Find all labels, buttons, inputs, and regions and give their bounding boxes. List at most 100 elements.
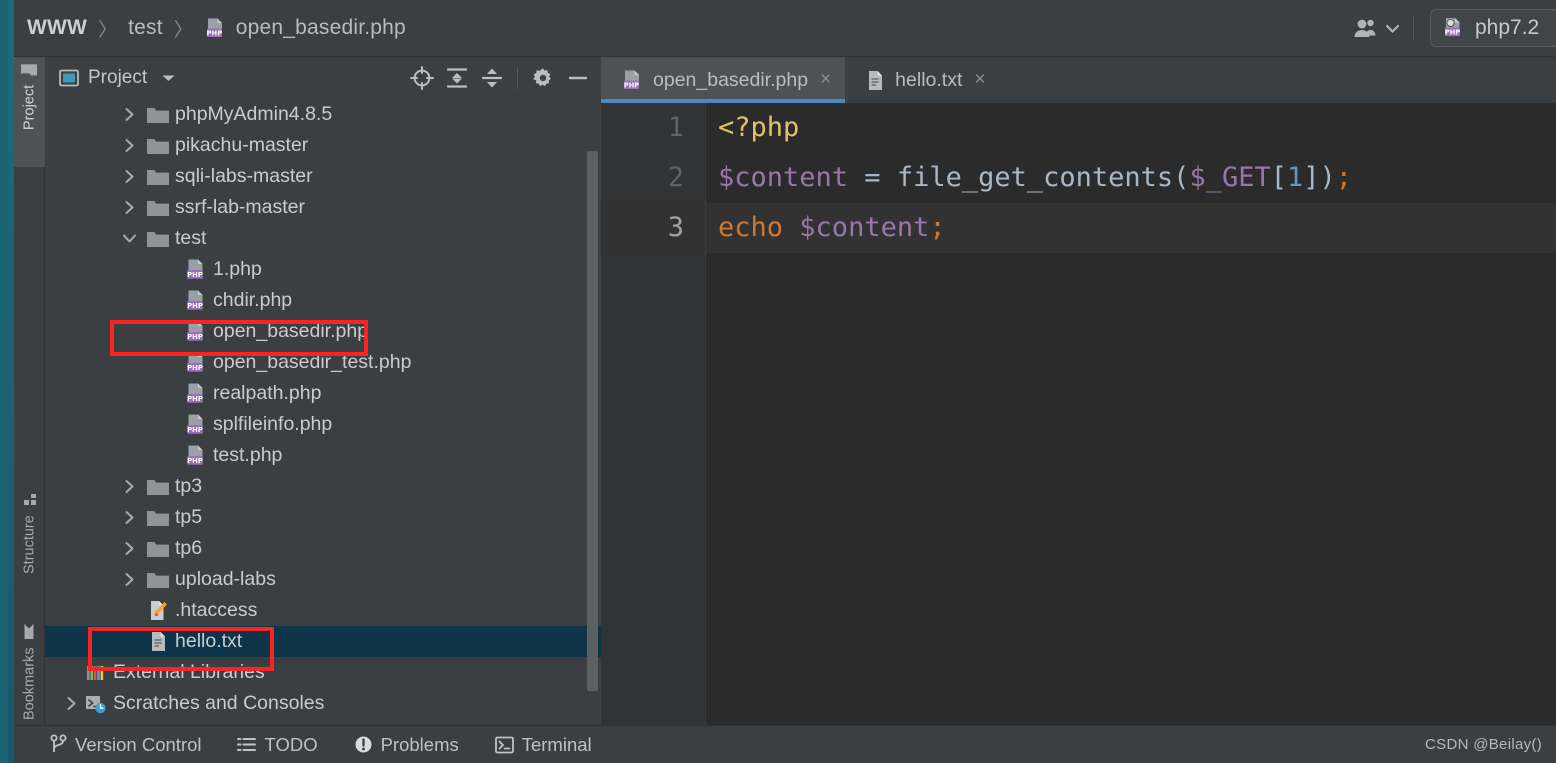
breadcrumb-label: WWW (27, 16, 88, 39)
svg-text:PHP: PHP (624, 81, 639, 89)
tree-item-scratches-and-consoles[interactable]: Scratches and Consoles (45, 688, 601, 719)
user-account-button[interactable] (1339, 17, 1413, 39)
tree-item-realpath-php[interactable]: PHP realpath.php (45, 378, 601, 409)
php-file-icon: PHP (183, 351, 209, 375)
tree-item-pikachu-master[interactable]: pikachu-master (45, 130, 601, 161)
ide-window: WWW 〉 test 〉 PHP open_basedir.php PHP ph… (0, 0, 1556, 763)
breadcrumb-label: open_basedir.php (235, 16, 406, 39)
tree-item-tp5[interactable]: tp5 (45, 502, 601, 533)
php-file-icon: PHP (183, 413, 209, 437)
code-line[interactable]: <?php (706, 103, 1556, 153)
breadcrumb-item-root[interactable]: WWW (27, 16, 87, 40)
chevron-down-icon[interactable] (117, 232, 141, 245)
chevron-right-icon[interactable] (59, 696, 83, 711)
sidebar-item-project[interactable]: Project (14, 57, 45, 167)
tree-item-test[interactable]: test (45, 223, 601, 254)
status-label: TODO (264, 733, 318, 755)
status-version-control[interactable]: Version Control (32, 734, 219, 756)
tab-label: hello.txt (895, 68, 963, 91)
structure-icon (22, 493, 38, 508)
chevron-down-icon[interactable] (161, 73, 176, 83)
php-file-icon: PHP (183, 444, 209, 468)
php-interpreter-icon: PHP (1442, 16, 1466, 40)
tree-item-upload-labs[interactable]: upload-labs (45, 564, 601, 595)
problems-icon (354, 735, 373, 754)
scratches-icon (83, 693, 109, 715)
code-line[interactable]: echo $content; (706, 203, 1556, 253)
code-token: $_GET (1189, 162, 1271, 193)
chevron-right-icon[interactable] (117, 138, 141, 153)
tree-item-label: open_basedir.php (213, 319, 369, 342)
code-editor[interactable]: 1 2 3 <?php $content = file_get_contents($_… (601, 103, 1556, 725)
project-panel: Project phpMyAdmin4.8.5 pikachu-master s… (45, 57, 601, 725)
editor-gutter[interactable]: 1 2 3 (601, 103, 706, 725)
tree-item-label: upload-labs (175, 567, 276, 590)
php-interpreter-selector[interactable]: PHP php7.2 (1430, 9, 1556, 47)
chevron-right-icon[interactable] (117, 107, 141, 122)
structure-label: Structure (21, 515, 38, 574)
tree-item-1-php[interactable]: PHP 1.php (45, 254, 601, 285)
svg-text:PHP: PHP (187, 457, 203, 465)
project-panel-title: Project (88, 67, 148, 88)
project-panel-header: Project (45, 57, 601, 99)
user-account-icon (1353, 17, 1380, 39)
text-file-icon (865, 69, 886, 92)
folder-icon (145, 508, 171, 528)
hide-panel-icon[interactable] (563, 63, 593, 93)
php-interpreter-label: php7.2 (1475, 16, 1540, 39)
editor-area: PHP open_basedir.php × hello.txt × 1 2 3… (601, 57, 1556, 725)
project-tree-scrollbar[interactable] (587, 151, 598, 691)
tree-item-label: chdir.php (213, 288, 293, 311)
tree-item-phpmyadmin4-8-5[interactable]: phpMyAdmin4.8.5 (45, 99, 601, 130)
status-terminal[interactable]: Terminal (477, 734, 610, 756)
close-icon[interactable]: × (820, 69, 831, 91)
chevron-right-icon[interactable] (117, 200, 141, 215)
chevron-right-icon[interactable] (117, 169, 141, 184)
status-todo[interactable]: TODO (219, 734, 335, 756)
expand-all-icon[interactable] (442, 63, 472, 93)
status-bar: Version Control TODO Problems Terminal C… (14, 725, 1556, 763)
tree-item-label: 1.php (213, 257, 262, 280)
editor-lines[interactable]: <?php $content = file_get_contents($_GET[… (706, 103, 1556, 725)
tree-item-label: open_basedir_test.php (213, 350, 412, 373)
breadcrumb-item-test[interactable]: test (128, 16, 163, 40)
chevron-right-icon[interactable] (117, 479, 141, 494)
tree-item-open-basedir-test-php[interactable]: PHP open_basedir_test.php (45, 347, 601, 378)
breadcrumb-label: test (128, 16, 163, 39)
tree-item-external-libraries[interactable]: External Libraries (45, 657, 601, 688)
htaccess-file-icon (145, 599, 171, 622)
tree-item-splfileinfo-php[interactable]: PHP splfileinfo.php (45, 409, 601, 440)
tab-open-basedir-php[interactable]: PHP open_basedir.php × (601, 57, 846, 103)
status-problems[interactable]: Problems (336, 734, 477, 756)
tree-item-open-basedir-php[interactable]: PHP open_basedir.php (45, 316, 601, 347)
sidebar-item-structure[interactable]: Structure (14, 487, 45, 617)
svg-text:PHP: PHP (187, 364, 203, 372)
svg-text:PHP: PHP (187, 271, 203, 279)
close-icon[interactable]: × (974, 69, 985, 91)
tree-item-test-php[interactable]: PHP test.php (45, 440, 601, 471)
line-number: 2 (667, 162, 684, 193)
tab-hello-txt[interactable]: hello.txt × (845, 57, 999, 103)
tree-item-ssrf-lab-master[interactable]: ssrf-lab-master (45, 192, 601, 223)
svg-text:PHP: PHP (187, 302, 203, 310)
code-line[interactable]: $content = file_get_contents($_GET[1]); (706, 153, 1556, 203)
chevron-right-icon[interactable] (117, 572, 141, 587)
folder-icon (145, 105, 171, 125)
tree-item-htaccess[interactable]: .htaccess (45, 595, 601, 626)
collapse-all-icon[interactable] (477, 63, 507, 93)
chevron-right-icon[interactable] (117, 541, 141, 556)
status-label: Terminal (521, 733, 592, 755)
tree-item-hello-txt[interactable]: hello.txt (45, 626, 601, 657)
breadcrumb-item-file[interactable]: PHP open_basedir.php (204, 16, 406, 40)
tree-item-tp6[interactable]: tp6 (45, 533, 601, 564)
project-tree[interactable]: phpMyAdmin4.8.5 pikachu-master sqli-labs-m… (45, 99, 601, 725)
tree-item-sqli-labs-master[interactable]: sqli-labs-master (45, 161, 601, 192)
tree-item-chdir-php[interactable]: PHP chdir.php (45, 285, 601, 316)
terminal-icon (494, 736, 514, 754)
select-opened-file-icon[interactable] (407, 63, 437, 93)
chevron-right-icon[interactable] (117, 510, 141, 525)
php-file-icon: PHP (183, 382, 209, 406)
tree-item-tp3[interactable]: tp3 (45, 471, 601, 502)
settings-gear-icon[interactable] (528, 63, 558, 93)
